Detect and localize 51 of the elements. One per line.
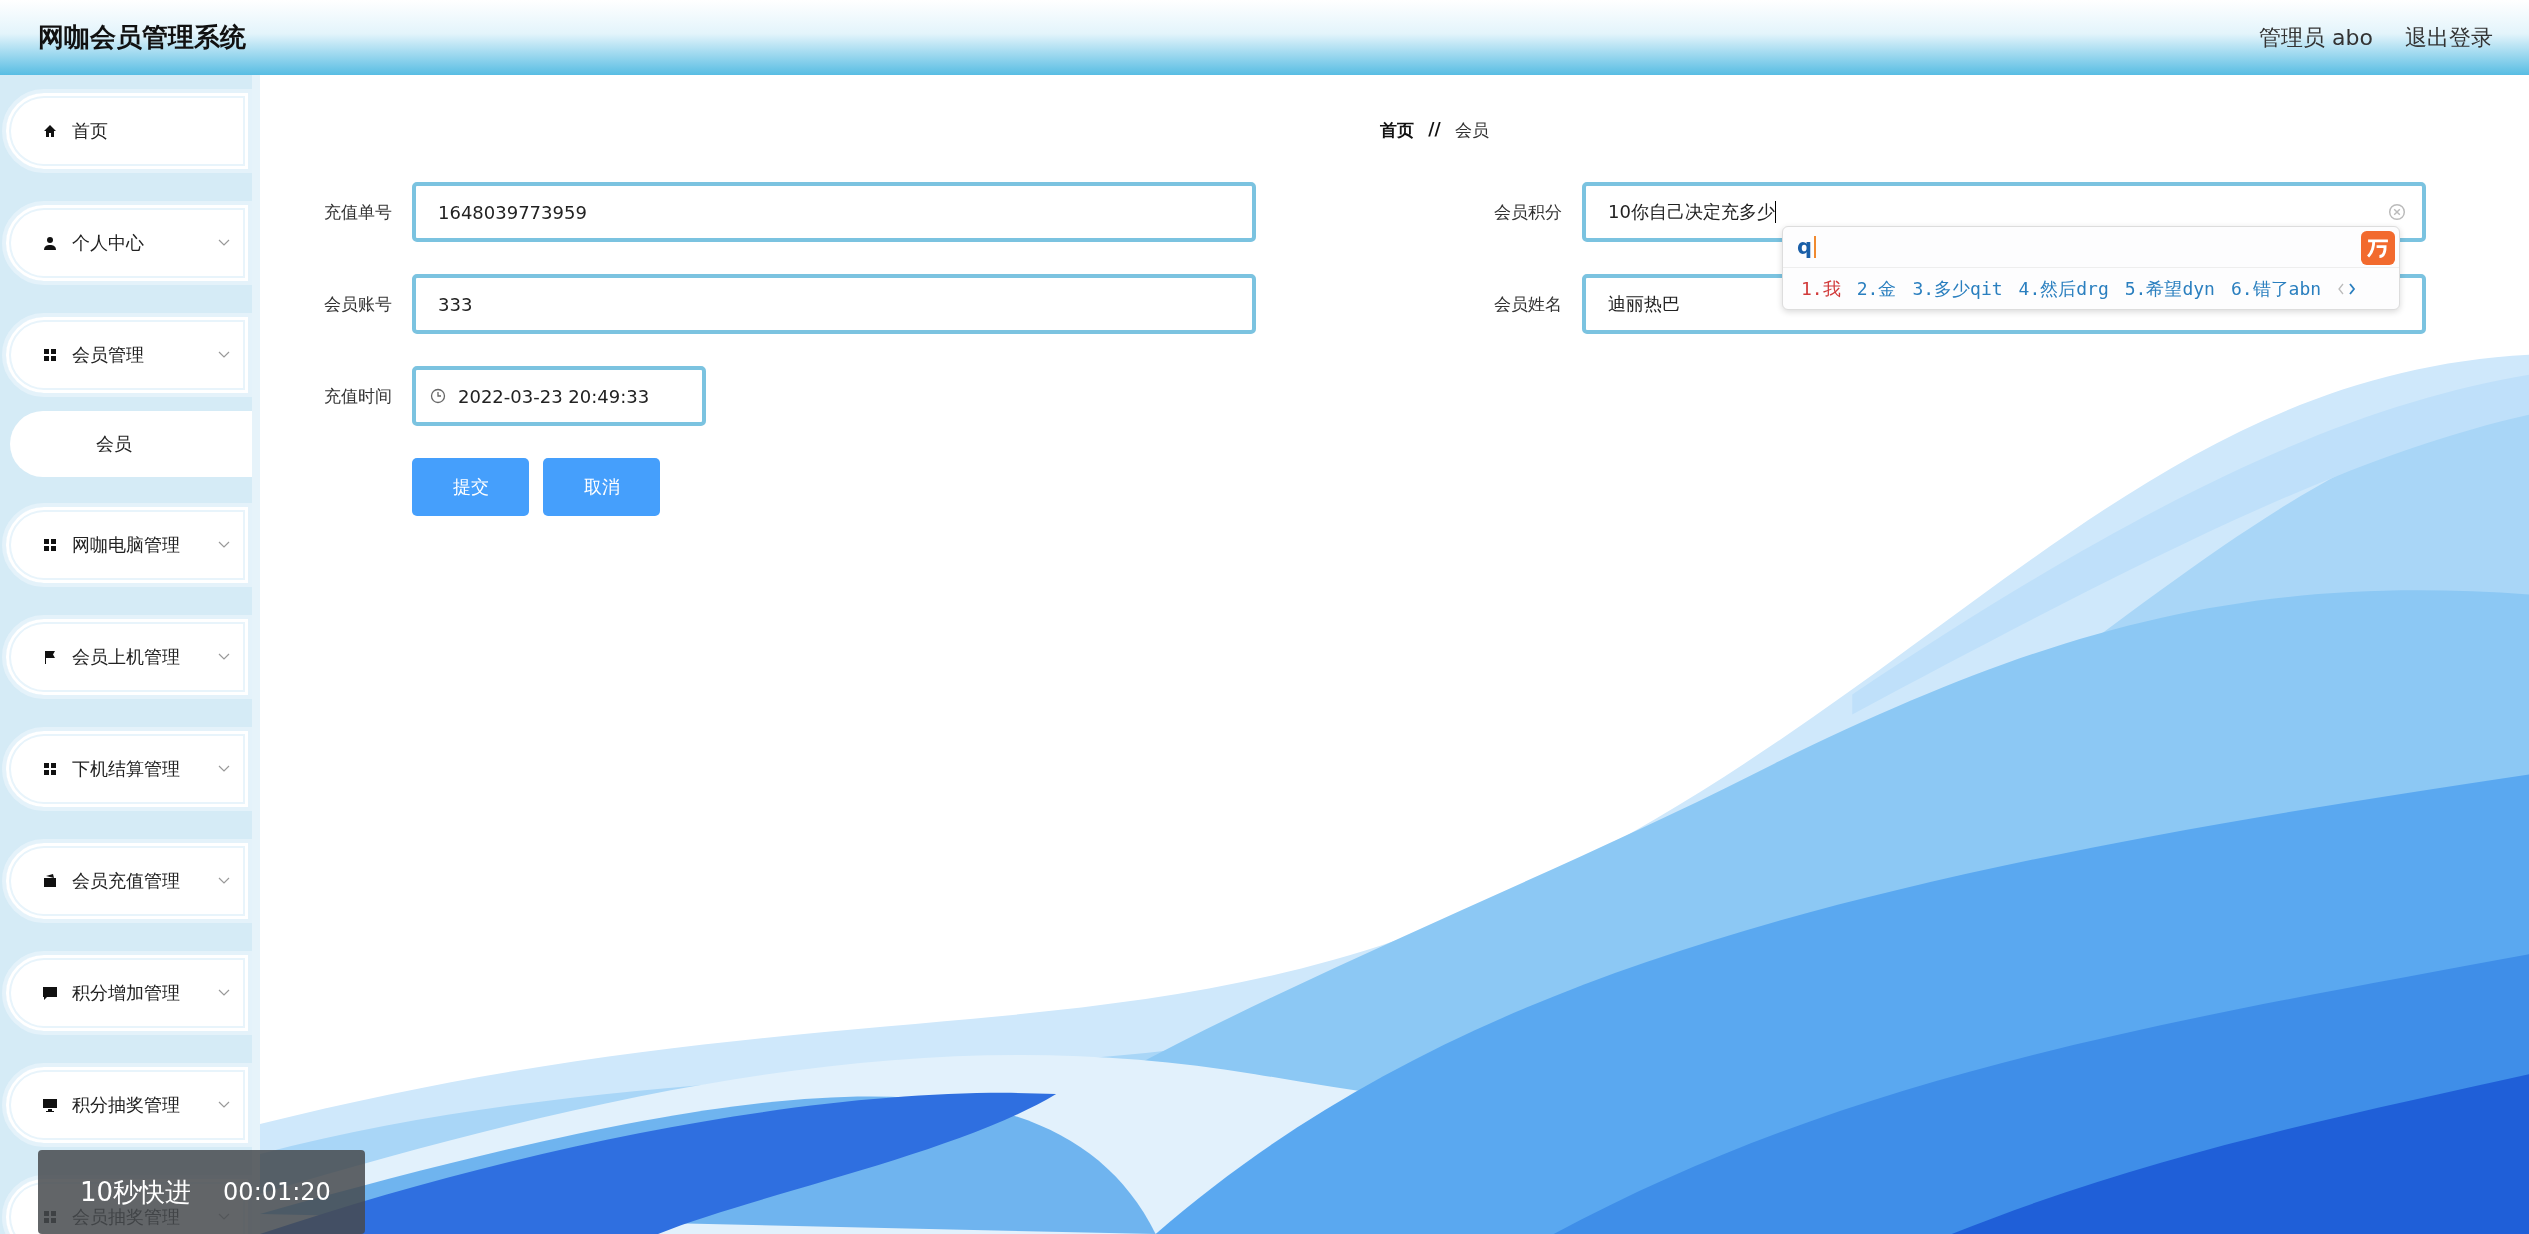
chevron-down-icon	[218, 765, 230, 773]
input-field[interactable]: 2022-03-23 20:49:33	[412, 366, 706, 426]
field-label: 会员账号	[323, 292, 392, 316]
grid-icon	[42, 537, 58, 553]
breadcrumb-current: 会员	[1454, 119, 1489, 142]
ime-candidate[interactable]: 2.金	[1856, 276, 1897, 301]
sidebar-item[interactable]: 首页	[2, 89, 252, 173]
sidebar-item[interactable]: 会员管理	[2, 313, 252, 397]
input-field[interactable]: 1648039773959	[412, 182, 1256, 242]
flag-icon	[42, 649, 58, 665]
monitor-icon	[42, 1097, 58, 1113]
chevron-down-icon	[218, 351, 230, 359]
sidebar-item[interactable]: 积分增加管理	[2, 951, 252, 1035]
wallet-icon	[42, 873, 58, 889]
ime-candidate[interactable]: 4.然后drg	[2018, 276, 2109, 301]
user-name: 管理员 abo	[2259, 23, 2373, 52]
field-label: 会员积分	[1493, 200, 1562, 224]
chat-icon	[42, 985, 58, 1001]
ime-candidate[interactable]: 3.多少qit	[1912, 276, 2003, 301]
field-label: 会员姓名	[1493, 292, 1562, 316]
fast-forward-label: 10秒快进	[80, 1175, 192, 1208]
sidebar-subitem[interactable]: 会员	[10, 411, 252, 477]
grid-icon	[42, 761, 58, 777]
chevron-down-icon	[218, 239, 230, 247]
ime-candidate[interactable]: 5.希望dyn	[2124, 276, 2215, 301]
sidebar-item[interactable]: 会员充值管理	[2, 839, 252, 923]
app-title: 网咖会员管理系统	[38, 21, 246, 54]
chevron-down-icon	[218, 877, 230, 885]
breadcrumb-separator: //	[1428, 119, 1441, 141]
field-label: 充值单号	[323, 200, 392, 224]
chevron-down-icon	[218, 1101, 230, 1109]
sidebar-item[interactable]: 下机结算管理	[2, 727, 252, 811]
input-field[interactable]: 333	[412, 274, 1256, 334]
sidebar-item[interactable]: 个人中心	[2, 201, 252, 285]
person-icon	[42, 235, 58, 251]
ime-logo-icon	[2361, 231, 2395, 265]
ime-candidate[interactable]: 6.错了abn	[2230, 276, 2322, 301]
sidebar-item[interactable]: 积分抽奖管理	[2, 1063, 252, 1147]
chevron-down-icon	[218, 541, 230, 549]
chevron-down-icon	[218, 989, 230, 997]
logout-link[interactable]: 退出登录	[2405, 22, 2493, 53]
chevron-down-icon	[218, 653, 230, 661]
playback-time: 00:01:20	[223, 1178, 331, 1206]
grid-icon	[42, 347, 58, 363]
sidebar-item[interactable]: 会员上机管理	[2, 615, 252, 699]
ime-candidate[interactable]: 1.我	[1801, 276, 1841, 301]
field-label: 充值时间	[323, 384, 392, 408]
breadcrumb-link[interactable]: 首页	[1380, 119, 1415, 142]
sidebar-item[interactable]: 网咖电脑管理	[2, 503, 252, 587]
home-icon	[42, 123, 58, 139]
clock-icon	[430, 388, 446, 404]
